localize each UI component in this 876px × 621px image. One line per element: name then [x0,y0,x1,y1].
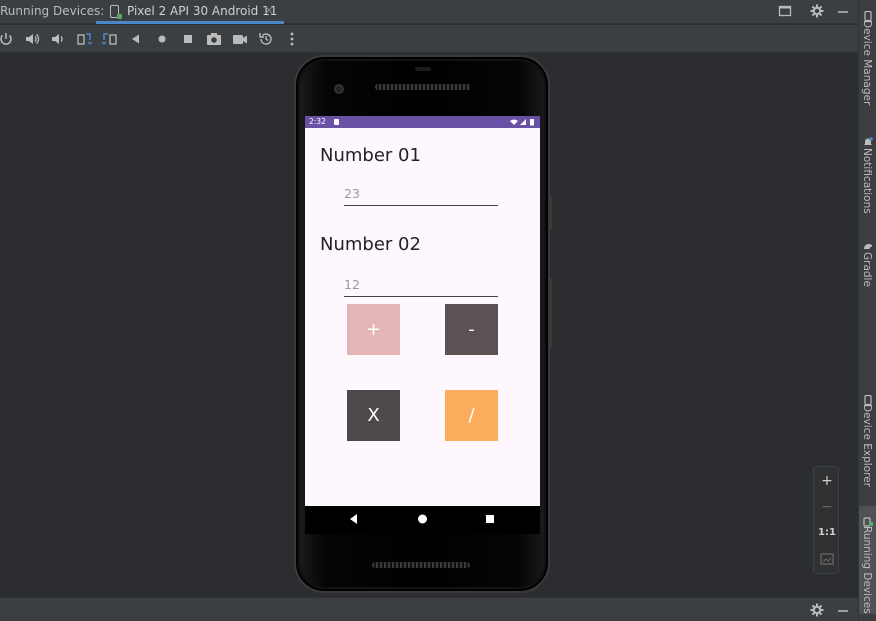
sidebar-item-notifications[interactable]: Notifications [859,132,876,214]
number1-value: 23 [344,186,360,201]
screenshot-icon[interactable] [205,30,223,48]
sidebar-item-device-manager[interactable]: Device Manager [859,6,876,110]
rotate-right-icon[interactable] [101,30,119,48]
settings-icon[interactable] [810,602,824,621]
sidebar-item-device-explorer[interactable]: Device Explorer [859,390,876,490]
sidebar-item-label: Notifications [861,148,873,214]
minimize-icon[interactable] [836,4,850,18]
sidebar-item-label: Gradle [861,252,873,287]
multiply-button[interactable]: X [347,390,400,441]
zoom-actual-size-button[interactable]: 1:1 [814,521,840,545]
sidebar-item-running-devices[interactable]: Running Devices [859,506,876,614]
number1-input[interactable]: 23 [344,184,498,206]
hide-icon[interactable] [836,602,850,621]
tool-window-header: Running Devices: Pixel 2 API 30 Android … [0,0,858,24]
right-tool-strip: Device Manager Notifications Gradle Devi… [858,0,876,621]
android-nav-bar [305,506,540,534]
maximize-icon[interactable] [778,4,792,18]
screen-record-icon[interactable] [231,30,249,48]
sidebar-item-label: Device Manager [861,20,873,106]
tool-window-title: Running Devices: [0,4,105,18]
speaker-grille-bottom [372,562,470,568]
phone-icon [110,5,122,19]
zoom-out-button[interactable]: − [814,495,840,519]
status-time: 2:32 [309,117,326,126]
camera-icon [334,84,344,94]
device-explorer-icon [863,390,873,406]
signal-battery-icon [510,119,534,126]
volume-down-icon[interactable] [49,30,67,48]
active-tab-indicator [96,21,284,24]
back-icon[interactable] [127,30,145,48]
number1-label: Number 01 [320,145,421,166]
device-toolbar [0,25,858,53]
power-icon[interactable] [0,30,15,48]
running-devices-window: Running Devices: Pixel 2 API 30 Android … [0,0,876,621]
rotate-left-icon[interactable] [75,30,93,48]
fit-screen-icon[interactable] [814,547,840,571]
bell-icon [863,132,873,145]
close-icon[interactable]: × [264,3,274,17]
running-devices-icon [863,512,873,527]
zoom-in-button[interactable]: + [814,469,840,493]
sidebar-item-gradle[interactable]: Gradle [859,236,876,292]
home-icon[interactable] [153,30,171,48]
overview-icon[interactable] [179,30,197,48]
number2-value: 12 [344,277,360,292]
reset-icon[interactable] [257,30,275,48]
nav-home-icon[interactable] [417,513,428,528]
device-manager-icon [863,6,873,22]
gear-icon[interactable] [810,4,824,18]
divide-button[interactable]: / [445,390,498,441]
bottom-bar [0,597,858,621]
zoom-controls: + − 1:1 [813,466,839,574]
nav-back-icon[interactable] [349,513,359,528]
device-tab-label: Pixel 2 API 30 Android 11 [127,4,278,18]
volume-up-icon[interactable] [23,30,41,48]
number2-label: Number 02 [320,234,421,255]
device-tab[interactable]: Pixel 2 API 30 Android 11 × [96,0,284,24]
device-screen[interactable]: 2:32 Number 01 23 Number 02 12 + - X / [305,116,540,506]
nav-overview-icon[interactable] [485,513,495,528]
speaker-grille [375,84,471,90]
gradle-icon [863,236,873,249]
number2-input[interactable]: 12 [344,275,498,297]
subtract-button[interactable]: - [445,304,498,355]
sidebar-item-label: Running Devices [861,526,873,614]
more-icon[interactable] [283,30,301,48]
sd-card-icon [334,119,339,125]
sidebar-item-label: Device Explorer [861,404,873,487]
android-status-bar: 2:32 [305,116,540,128]
add-button[interactable]: + [347,304,400,355]
